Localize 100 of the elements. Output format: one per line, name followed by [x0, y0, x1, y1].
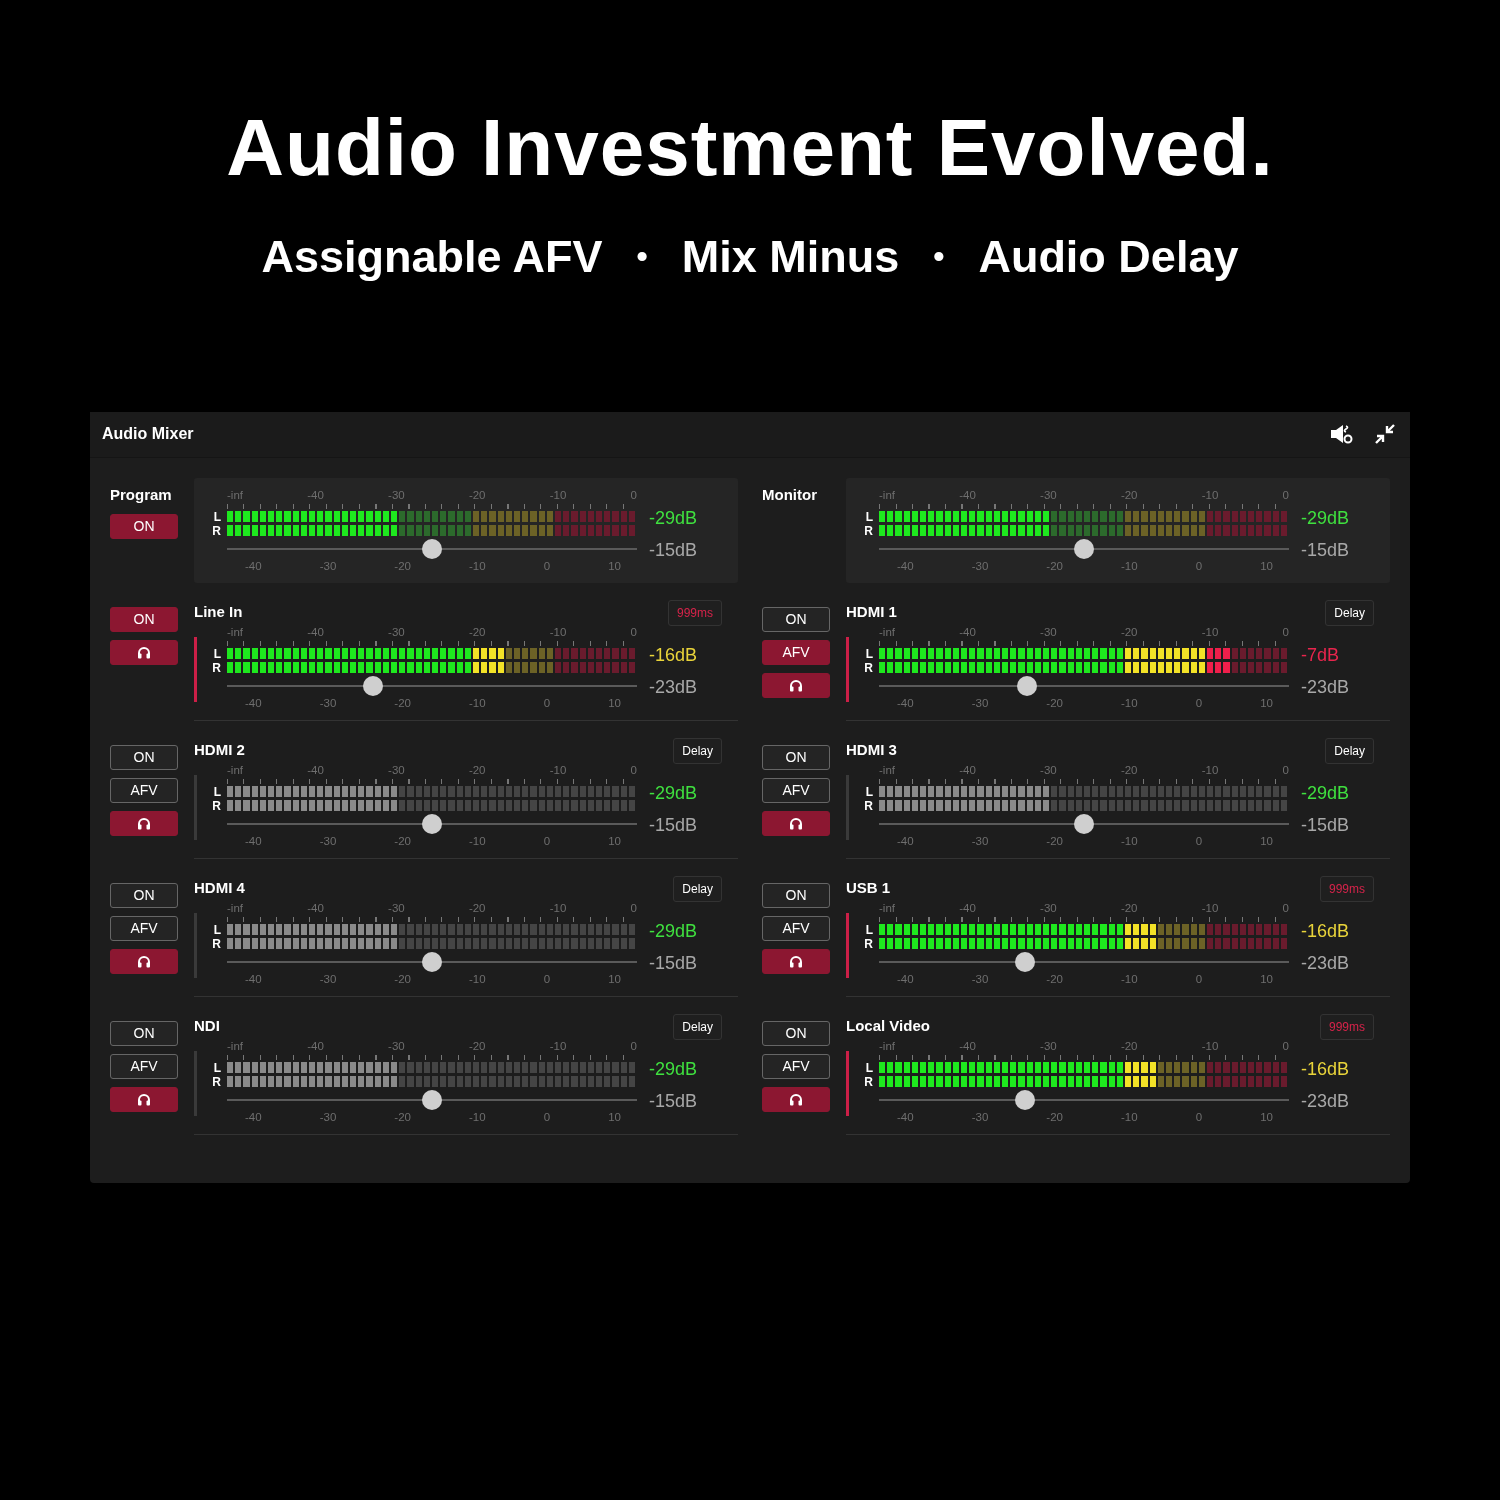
scale-label: -10 — [1121, 1109, 1138, 1124]
headphones-button[interactable] — [110, 1086, 178, 1112]
scale-label: -30 — [971, 833, 989, 848]
scale-label: 0 — [630, 1038, 637, 1053]
scale-label: -20 — [468, 624, 486, 639]
speaker-settings-icon[interactable] — [1330, 423, 1354, 445]
on-button[interactable]: ON — [110, 514, 178, 539]
afv-button[interactable]: AFV — [110, 915, 178, 941]
headphones-button[interactable] — [110, 639, 178, 665]
delay-button[interactable]: Delay — [673, 1013, 722, 1040]
headphones-button[interactable] — [762, 1086, 830, 1112]
fader-thumb[interactable] — [1016, 675, 1037, 696]
afv-button[interactable]: AFV — [762, 777, 830, 803]
scale-label: 0 — [630, 762, 637, 777]
scale-label: -10 — [1121, 695, 1138, 710]
on-button[interactable]: ON — [110, 606, 178, 632]
scale-label: -30 — [388, 487, 405, 502]
scale-label: -20 — [1046, 971, 1063, 986]
scale-label: 0 — [543, 558, 551, 573]
scale-label: -30 — [971, 695, 989, 710]
on-button[interactable]: ON — [762, 744, 830, 770]
scale-label: -20 — [1120, 900, 1138, 915]
headphones-button[interactable] — [762, 672, 830, 698]
headphones-icon — [137, 1092, 151, 1106]
scale-label: -10 — [1201, 1038, 1219, 1053]
scale-label: -10 — [469, 971, 486, 986]
scale-label: -30 — [1040, 900, 1057, 915]
scale-label: 0 — [1195, 833, 1203, 848]
scale-label: -inf — [227, 762, 243, 777]
fader-thumb[interactable] — [1014, 951, 1035, 972]
scale-label: -40 — [897, 695, 914, 710]
headphones-icon — [789, 954, 803, 968]
scale-label: -30 — [319, 1109, 337, 1124]
afv-button[interactable]: AFV — [762, 1053, 830, 1079]
headphones-icon — [137, 954, 151, 968]
scale-label: -20 — [1046, 833, 1063, 848]
scale-label: 10 — [1260, 833, 1273, 848]
fader-thumb[interactable] — [422, 951, 442, 972]
scale-label: -40 — [959, 487, 976, 502]
scale-label: 10 — [1260, 971, 1273, 986]
scale-label: 10 — [1260, 558, 1273, 573]
fader-thumb[interactable] — [1074, 538, 1094, 559]
delay-button[interactable]: Delay — [673, 737, 722, 764]
scale-label: 0 — [1195, 1109, 1203, 1124]
delay-button[interactable]: Delay — [1325, 737, 1374, 764]
afv-button[interactable]: AFV — [110, 777, 178, 803]
delay-button[interactable]: Delay — [1325, 599, 1374, 626]
collapse-icon[interactable] — [1374, 423, 1396, 445]
afv-button[interactable]: AFV — [110, 1053, 178, 1079]
scale-label: 0 — [1282, 487, 1289, 502]
delay-button[interactable]: Delay — [673, 875, 722, 902]
fader-thumb[interactable] — [1014, 1089, 1035, 1110]
channel-label: L — [864, 647, 873, 660]
peak-reading: -29dB — [649, 506, 698, 529]
fader-thumb[interactable] — [1074, 813, 1094, 834]
scale-label: -10 — [549, 624, 567, 639]
scale-label: -30 — [388, 762, 405, 777]
on-button[interactable]: ON — [110, 1020, 178, 1046]
scale-label: -40 — [307, 487, 324, 502]
fader-thumb[interactable] — [422, 538, 442, 559]
headphones-button[interactable] — [762, 810, 830, 836]
scale-label: -30 — [319, 558, 337, 573]
fader-thumb[interactable] — [362, 675, 383, 696]
channel-label: R — [863, 937, 873, 950]
gain-reading: -15dB — [649, 951, 698, 974]
headphones-button[interactable] — [110, 810, 178, 836]
scale-label: 0 — [1282, 900, 1289, 915]
feature-label: Audio Delay — [978, 232, 1239, 282]
scale-label: 0 — [543, 833, 551, 848]
scale-label: -40 — [307, 900, 324, 915]
headphones-button[interactable] — [762, 948, 830, 974]
fader-thumb[interactable] — [422, 813, 442, 834]
scale-label: -30 — [1040, 624, 1057, 639]
headphones-button[interactable] — [110, 948, 178, 974]
channel-label: L — [212, 785, 221, 798]
on-button[interactable]: ON — [110, 882, 178, 908]
channel-label: R — [211, 524, 221, 537]
fader-thumb[interactable] — [422, 1089, 442, 1110]
scale-label: -10 — [1201, 487, 1219, 502]
headphones-icon — [137, 645, 151, 659]
channel-name: HDMI 4 — [194, 878, 245, 899]
scale-label: 10 — [608, 833, 621, 848]
afv-button[interactable]: AFV — [762, 915, 830, 941]
scale-label: 10 — [1260, 695, 1273, 710]
scale-label: -inf — [879, 762, 895, 777]
channel-label: L — [212, 923, 221, 936]
gain-reading: -23dB — [649, 675, 698, 698]
on-button[interactable]: ON — [110, 744, 178, 770]
gain-reading: -15dB — [1301, 538, 1350, 561]
scale-label: -inf — [879, 624, 895, 639]
channel-label: L — [212, 1061, 221, 1074]
scale-label: -20 — [468, 487, 486, 502]
scale-label: 0 — [630, 900, 637, 915]
afv-button[interactable]: AFV — [762, 639, 830, 665]
separator-dot: • — [636, 239, 648, 275]
on-button[interactable]: ON — [762, 882, 830, 908]
on-button[interactable]: ON — [762, 606, 830, 632]
scale-label: -20 — [1120, 1038, 1138, 1053]
on-button[interactable]: ON — [762, 1020, 830, 1046]
scale-label: -20 — [468, 1038, 486, 1053]
